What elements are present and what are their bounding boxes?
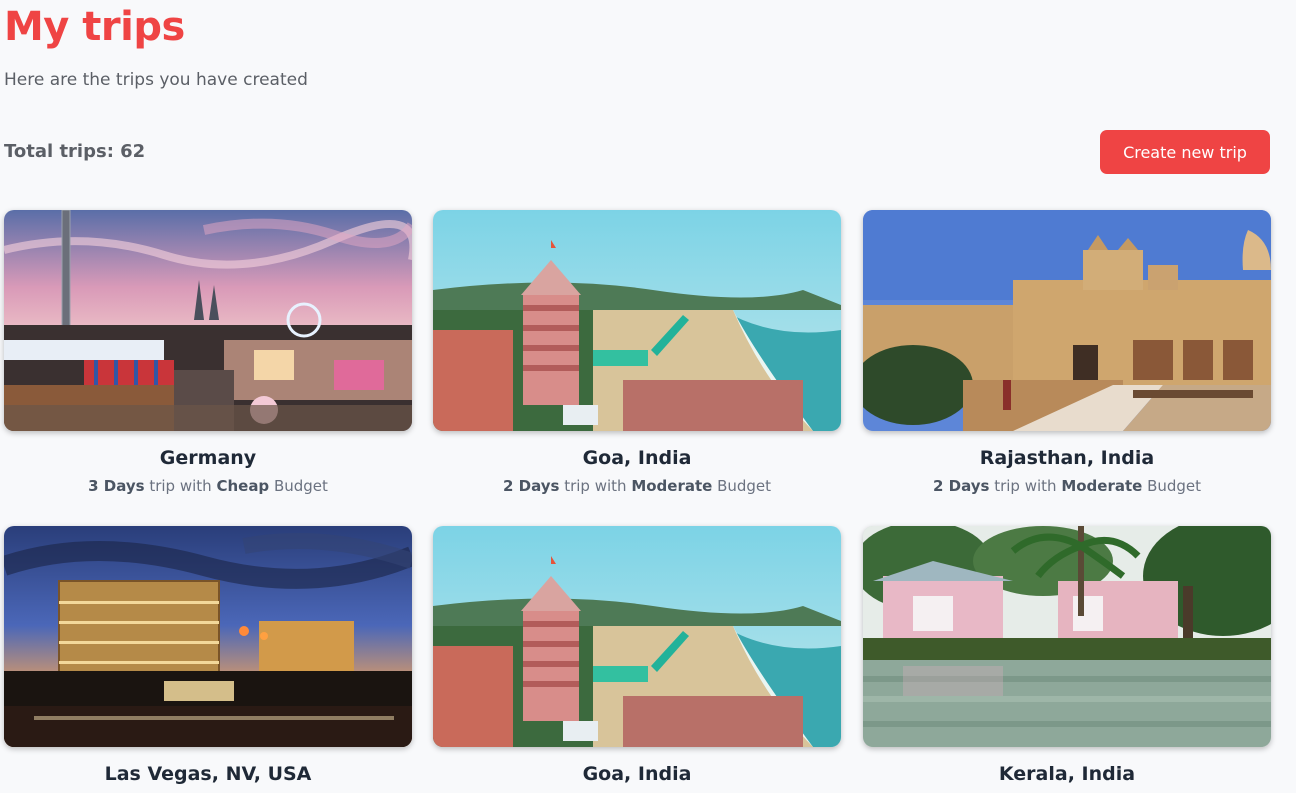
trip-image[interactable]	[863, 210, 1271, 431]
trip-title: Las Vegas, NV, USA	[104, 763, 312, 785]
trip-desc-mid: trip with	[144, 477, 217, 495]
trip-description: 3 Days trip with Cheap Budget	[4, 477, 412, 495]
trip-budget: Moderate	[631, 477, 713, 495]
trip-card-goa-2[interactable]: Goa, India	[433, 526, 841, 785]
trip-image[interactable]	[433, 526, 841, 747]
trip-days: 2 Days	[502, 477, 560, 495]
trip-title: Kerala, India	[998, 763, 1136, 785]
trip-budget: Moderate	[1061, 477, 1143, 495]
trip-title: Rajasthan, India	[979, 447, 1155, 469]
trip-image[interactable]	[863, 526, 1271, 747]
total-trips-count: Total trips: 62	[4, 141, 146, 162]
trip-budget-suffix: Budget	[1142, 477, 1202, 495]
trip-desc-mid: trip with	[559, 477, 632, 495]
trip-title: Germany	[159, 447, 257, 469]
trip-description: 2 Days trip with Moderate Budget	[433, 477, 841, 495]
trip-image[interactable]	[4, 210, 412, 431]
trip-card-germany[interactable]: Germany 3 Days trip with Cheap Budget	[4, 210, 412, 495]
trip-days: 2 Days	[932, 477, 990, 495]
trip-budget-suffix: Budget	[269, 477, 328, 495]
trip-title: Goa, India	[582, 447, 692, 469]
trip-title: Goa, India	[582, 763, 692, 785]
trip-card-rajasthan[interactable]: Rajasthan, India 2 Days trip with Modera…	[863, 210, 1271, 495]
trip-card-las-vegas[interactable]: Las Vegas, NV, USA	[4, 526, 412, 785]
trip-image[interactable]	[4, 526, 412, 747]
trip-budget: Cheap	[216, 477, 270, 495]
page-title: My trips	[4, 4, 185, 50]
trip-desc-mid: trip with	[989, 477, 1062, 495]
trip-days: 3 Days	[88, 477, 145, 495]
trip-card-kerala[interactable]: Kerala, India	[863, 526, 1271, 785]
trip-description: 2 Days trip with Moderate Budget	[863, 477, 1271, 495]
trip-image[interactable]	[433, 210, 841, 431]
trip-budget-suffix: Budget	[712, 477, 772, 495]
trip-card-goa[interactable]: Goa, India 2 Days trip with Moderate Bud…	[433, 210, 841, 495]
create-new-trip-button[interactable]: Create new trip	[1100, 130, 1270, 174]
page-subtitle: Here are the trips you have created	[4, 70, 308, 90]
